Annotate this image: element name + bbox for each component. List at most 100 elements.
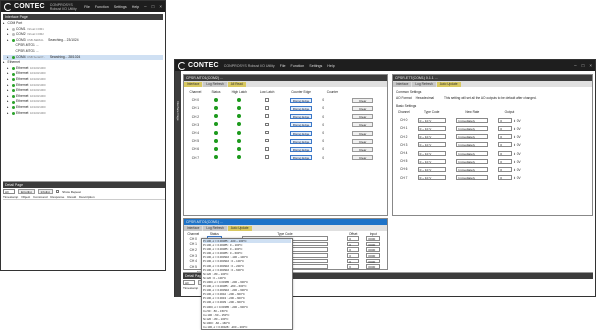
type-code-select[interactable]: 0 ~ 10 V (417, 158, 446, 164)
offset-input[interactable]: 0 (347, 247, 360, 252)
counter-edge-select[interactable]: Rising Edge (289, 122, 313, 128)
output-spin-icon[interactable]: ⇕ (513, 135, 516, 139)
output-input[interactable]: 0 (498, 134, 513, 140)
offset-input[interactable]: 0 (347, 236, 360, 241)
tab-log-refresh[interactable]: Log Refresh (203, 226, 227, 231)
type-code-select[interactable]: 0 ~ 10 V (417, 150, 446, 156)
low-latch-checkbox[interactable] (265, 155, 269, 159)
type-code-dropdown-list[interactable]: Pt 100, α = 0.00385 : -100 ~ 100°C Pt 100… (201, 238, 293, 330)
clear-button[interactable]: Clear (351, 138, 374, 144)
type-code-select[interactable]: 0 ~ 10 V (417, 166, 446, 172)
output-input[interactable]: 0 (498, 166, 513, 172)
output-spin-icon[interactable]: ⇕ (513, 152, 516, 156)
low-latch-checkbox[interactable] (265, 130, 269, 135)
new-rate-select[interactable]: Immediately (456, 142, 489, 148)
counter-edge-select[interactable]: Rising Edge (289, 155, 313, 161)
output-spin-icon[interactable]: ⇕ (513, 176, 516, 180)
menu-item-settings[interactable]: Settings (309, 64, 322, 68)
menu-item-file[interactable]: File (84, 5, 90, 9)
low-latch-checkbox[interactable] (265, 138, 269, 143)
type-code-select[interactable]: 0 ~ 10 V (417, 125, 446, 131)
minimize-icon[interactable]: – (144, 4, 147, 9)
tab-auto-update[interactable]: Auto Update (227, 226, 252, 231)
close-icon[interactable]: × (159, 4, 162, 9)
tab-log-refresh[interactable]: Log Refresh (203, 82, 227, 87)
menu-item-function[interactable]: Function (291, 64, 305, 68)
counter-edge-select[interactable]: Rising Edge (289, 105, 313, 111)
errorlist-button[interactable]: Errorlist (18, 189, 35, 194)
menu-item-function[interactable]: Function (95, 5, 109, 9)
low-latch-checkbox[interactable] (265, 147, 269, 151)
close-icon[interactable]: × (589, 63, 592, 68)
low-latch-checkbox[interactable] (265, 98, 269, 102)
tree-item[interactable]: ▸ Ethernet 10/100/1000 (3, 111, 163, 117)
new-rate-select[interactable]: Immediately (456, 150, 489, 156)
new-rate-select[interactable]: Immediately (456, 125, 489, 131)
offset-input[interactable]: 0 (347, 264, 360, 269)
dropdown-option[interactable]: Cu 100, α = 0.00428 : -200 ~ 200°C (203, 325, 291, 329)
menu-item-file[interactable]: File (280, 64, 286, 68)
clear-button[interactable]: Clear (351, 155, 374, 161)
output-input[interactable]: 0 (498, 150, 513, 156)
output-spin-icon[interactable]: ⇕ (513, 160, 516, 164)
low-latch-checkbox[interactable] (265, 114, 269, 118)
type-code-select[interactable]: 0 ~ 10 V (417, 142, 446, 148)
ao-format-select[interactable]: Hexadecimal (416, 96, 434, 100)
tab-all-read[interactable]: All Read (227, 82, 246, 87)
tab-auto-update[interactable]: Auto Update (436, 82, 461, 87)
offset-input[interactable]: 0 (347, 241, 360, 247)
clear-button[interactable]: Clear (351, 114, 374, 120)
counter-edge-select[interactable]: Rising Edge (289, 114, 313, 120)
menu-item-help[interactable]: Help (132, 5, 139, 9)
infolist-button[interactable]: Infolist (37, 189, 53, 194)
type-code-select[interactable]: 0 ~ 10 V (417, 117, 446, 123)
expand-arrow-icon[interactable]: ▸ (7, 111, 10, 117)
counter-edge-select[interactable]: Rising Edge (289, 138, 313, 144)
minimize-icon[interactable]: – (574, 63, 577, 68)
output-input[interactable]: 0 (498, 117, 513, 123)
output-spin-icon[interactable]: ⇕ (513, 127, 516, 131)
clear-button[interactable]: Clear (351, 105, 374, 111)
menu-item-help[interactable]: Help (327, 64, 334, 68)
tab-log-refresh[interactable]: Log Refresh (412, 82, 436, 87)
counter-edge-select[interactable]: Rising Edge (289, 130, 313, 136)
offset-input[interactable]: 0 (347, 258, 360, 263)
interface-page-sidebar[interactable]: Interface Page (175, 71, 181, 297)
detail-filter-select[interactable]: All (3, 189, 15, 194)
low-latch-checkbox[interactable] (265, 122, 269, 127)
expand-arrow-icon[interactable]: ▸ (3, 60, 6, 66)
expand-arrow-icon[interactable]: ▸ (7, 38, 10, 44)
type-code-select[interactable]: 0 ~ 10 V (417, 175, 446, 181)
show-repeat-checkbox[interactable] (55, 189, 60, 194)
clear-button[interactable]: Clear (351, 130, 374, 136)
counter-edge-select[interactable]: Rising Edge (289, 97, 313, 103)
ao-row: CH 6 0 ~ 10 V Immediately 0 ⇕0V (395, 165, 525, 173)
output-input[interactable]: 0 (498, 142, 513, 148)
menu-item-settings[interactable]: Settings (114, 5, 127, 9)
clear-button[interactable]: Clear (351, 122, 374, 128)
offset-input[interactable]: 0 (347, 253, 360, 258)
clear-button[interactable]: Clear (351, 146, 374, 152)
tab-interface[interactable]: Interface (393, 82, 412, 87)
new-rate-select[interactable]: Immediately (456, 158, 489, 164)
clear-button[interactable]: Clear (351, 97, 374, 103)
new-rate-select[interactable]: Immediately (456, 175, 489, 181)
output-input[interactable]: 0 (498, 158, 513, 164)
output-spin-icon[interactable]: ⇕ (513, 168, 516, 172)
output-spin-icon[interactable]: ⇕ (513, 143, 516, 147)
output-spin-icon[interactable]: ⇕ (513, 119, 516, 123)
counter-edge-select[interactable]: Rising Edge (289, 146, 313, 152)
output-input[interactable]: 0 (498, 125, 513, 131)
expand-arrow-icon[interactable]: ▸ (3, 21, 6, 27)
tab-interface[interactable]: Interface (184, 82, 203, 87)
maximize-icon[interactable]: □ (582, 63, 585, 68)
low-latch-checkbox[interactable] (265, 106, 269, 110)
new-rate-select[interactable]: Immediately (456, 117, 489, 123)
maximize-icon[interactable]: □ (152, 4, 155, 9)
output-input[interactable]: 0 (498, 175, 513, 181)
new-rate-select[interactable]: Immediately (456, 166, 489, 172)
detail-filter-select[interactable]: All (183, 280, 195, 285)
tab-interface[interactable]: Interface (184, 226, 203, 231)
type-code-select[interactable]: 0 ~ 10 V (417, 134, 446, 140)
new-rate-select[interactable]: Immediately (456, 134, 489, 140)
